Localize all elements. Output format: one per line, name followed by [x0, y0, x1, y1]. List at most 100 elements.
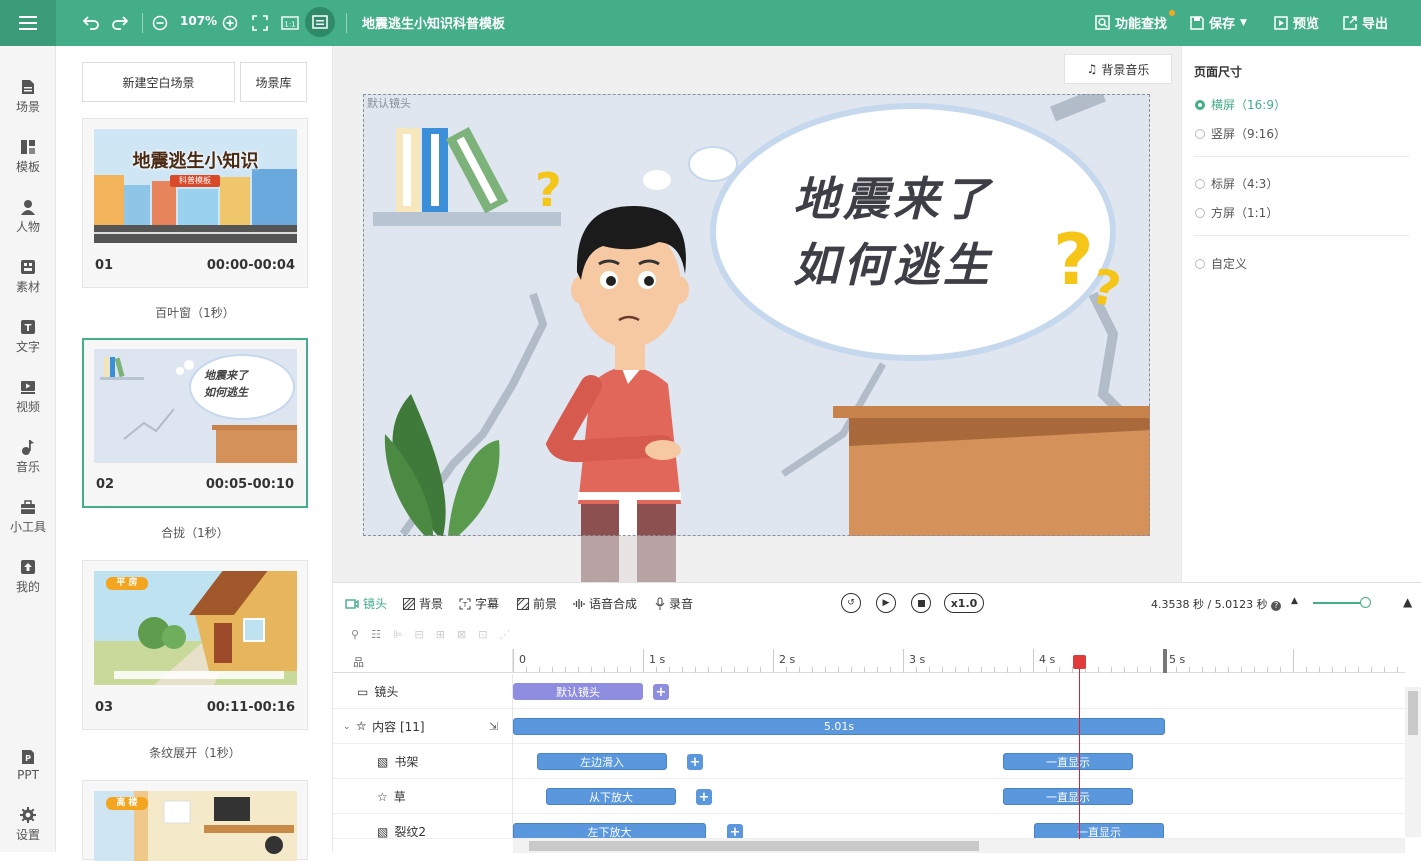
scene-card-1[interactable]: 地震逃生小知识 科普模板 01 00:00-00:04	[82, 118, 308, 288]
nav-item-ppt[interactable]: P PPT	[0, 740, 56, 790]
add-clip-button[interactable]: +	[653, 684, 669, 700]
ruler-tick	[1358, 667, 1359, 673]
track-label[interactable]: ☆ 草	[333, 779, 513, 814]
nav-item-material[interactable]: 素材	[0, 252, 56, 302]
structure-icon[interactable]: 品	[353, 654, 364, 670]
new-blank-scene-button[interactable]: 新建空白场景	[82, 62, 235, 102]
add-clip-button[interactable]: +	[696, 789, 712, 805]
tool-foreground[interactable]: 前景	[517, 595, 557, 612]
preview-button[interactable]: 预览	[1274, 13, 1319, 32]
feature-search-button[interactable]: 功能查找	[1095, 13, 1167, 32]
option-standard[interactable]: 标屏（4:3）	[1195, 175, 1278, 192]
scene-transition[interactable]: 条纹展开（1秒）	[82, 744, 308, 761]
subtitle-mode-button[interactable]	[305, 7, 335, 37]
background-music-button[interactable]: ♫ 背景音乐	[1064, 54, 1172, 84]
group-icon[interactable]: ⊡	[478, 628, 487, 641]
ruler-tick	[1111, 667, 1112, 673]
ruler-tick	[1254, 667, 1255, 673]
fullscreen-icon[interactable]	[250, 12, 270, 34]
filter-icon[interactable]: ⚲	[351, 628, 359, 641]
save-button[interactable]: 保存 ▼	[1190, 13, 1247, 32]
export-label: 导出	[1362, 17, 1389, 32]
scene-transition[interactable]: 合拢（1秒）	[82, 524, 308, 541]
nav-item-person[interactable]: 人物	[0, 192, 56, 242]
scene-card-4[interactable]: 高 楼	[82, 780, 308, 861]
align-left-icon[interactable]: ⊫	[393, 628, 403, 641]
clip-bar[interactable]: 一直显示	[1003, 788, 1133, 805]
tool-tts[interactable]: 语音合成	[573, 595, 637, 612]
zoom-out-timeline-icon[interactable]: ▲	[1291, 596, 1298, 606]
ruler-tick	[1215, 667, 1216, 673]
scene-card-3[interactable]: 平 房 03 00:11-00:16	[82, 560, 308, 730]
hamburger-icon	[19, 16, 37, 30]
actual-size-icon[interactable]: 1:1	[280, 12, 300, 34]
track-label[interactable]: ▧ 书架	[333, 744, 513, 779]
clip-bar[interactable]: 一直显示	[1003, 753, 1133, 770]
clip-bar[interactable]: 左边滑入	[537, 753, 667, 770]
thumb-title: 地震逃生小知识	[132, 151, 259, 172]
option-custom[interactable]: 自定义	[1195, 255, 1247, 272]
layers-icon[interactable]: ☷	[371, 628, 381, 641]
align-center-icon[interactable]: ⊟	[415, 628, 424, 641]
track-label[interactable]: ▧ 裂纹2	[333, 814, 513, 838]
play-button[interactable]: ▶	[876, 593, 896, 613]
enter-group-icon[interactable]: ⇲	[489, 720, 498, 733]
ruler-tick	[591, 667, 592, 673]
nav-item-music[interactable]: 音乐	[0, 432, 56, 482]
zoom-out-icon[interactable]	[150, 12, 170, 34]
playhead-handle[interactable]	[1072, 655, 1086, 669]
timeline-vertical-scrollbar[interactable]	[1405, 687, 1421, 837]
track-label[interactable]: ⌄ ⛥ 内容 [11] ⇲	[333, 709, 513, 744]
add-clip-button[interactable]: +	[687, 754, 703, 770]
timeline-zoom-slider[interactable]	[1313, 602, 1365, 604]
distribute-icon[interactable]: ⊠	[457, 628, 466, 641]
clip-bar[interactable]: 一直显示	[1034, 823, 1164, 838]
help-icon[interactable]: ?	[1271, 601, 1282, 611]
time-ruler[interactable]: 0 1 s 2 s 3 s 4 s 5 s	[513, 649, 1405, 673]
stop-button[interactable]	[911, 593, 931, 613]
clip-bar[interactable]: 左下放大	[513, 823, 706, 838]
document-title[interactable]: 地震逃生小知识科普模板	[362, 13, 505, 32]
upload-icon	[20, 559, 36, 575]
nav-item-toolbox[interactable]: 小工具	[0, 492, 56, 542]
replay-icon: ↺	[847, 598, 855, 608]
zoom-in-timeline-icon[interactable]: ▲	[1403, 595, 1412, 609]
ruler-tick	[812, 667, 813, 673]
text-icon: T	[20, 319, 36, 335]
option-portrait[interactable]: 竖屏（9:16）	[1195, 125, 1286, 142]
clip-bar[interactable]: 从下放大	[546, 788, 676, 805]
zoom-in-icon[interactable]	[220, 12, 240, 34]
stage[interactable]: ? ? ? 地震来了 如何逃生	[363, 94, 1150, 536]
scene-card-2[interactable]: 地震来了 如何逃生 02 00:05-00:10	[82, 338, 308, 508]
clip-bar[interactable]: 默认镜头	[513, 683, 643, 700]
chevron-down-icon[interactable]: ⌄	[343, 722, 351, 732]
nav-item-settings[interactable]: 设置	[0, 800, 56, 850]
scene-library-button[interactable]: 场景库	[240, 62, 307, 102]
nav-item-scene[interactable]: 场景	[0, 72, 56, 122]
tool-camera[interactable]: 镜头	[345, 595, 387, 612]
ruler-tick	[877, 667, 878, 673]
ungroup-icon[interactable]: ⋰	[499, 628, 510, 641]
align-right-icon[interactable]: ⊞	[436, 628, 445, 641]
add-clip-button[interactable]: +	[727, 824, 743, 838]
nav-item-mine[interactable]: 我的	[0, 552, 56, 602]
tool-background[interactable]: 背景	[403, 595, 443, 612]
export-button[interactable]: 导出	[1343, 13, 1388, 32]
zoom-slider-handle[interactable]	[1360, 597, 1371, 608]
tool-subtitle[interactable]: T 字幕	[459, 595, 499, 612]
tool-record[interactable]: 录音	[655, 595, 693, 612]
timeline-horizontal-scrollbar[interactable]	[513, 839, 1405, 853]
menu-button[interactable]	[0, 0, 56, 46]
nav-item-template[interactable]: 模板	[0, 132, 56, 182]
option-landscape[interactable]: 横屏（16:9）	[1195, 96, 1286, 113]
scene-transition[interactable]: 百叶窗（1秒）	[82, 304, 308, 321]
replay-button[interactable]: ↺	[841, 593, 861, 613]
nav-item-text[interactable]: T 文字	[0, 312, 56, 362]
option-square[interactable]: 方屏（1:1）	[1195, 204, 1278, 221]
speed-button[interactable]: x1.0	[944, 593, 984, 613]
undo-icon[interactable]	[80, 12, 102, 34]
nav-item-video[interactable]: 视频	[0, 372, 56, 422]
track-label[interactable]: ▭ 镜头	[333, 674, 513, 709]
clip-bar[interactable]: 5.01s	[513, 718, 1165, 735]
redo-icon[interactable]	[109, 12, 131, 34]
